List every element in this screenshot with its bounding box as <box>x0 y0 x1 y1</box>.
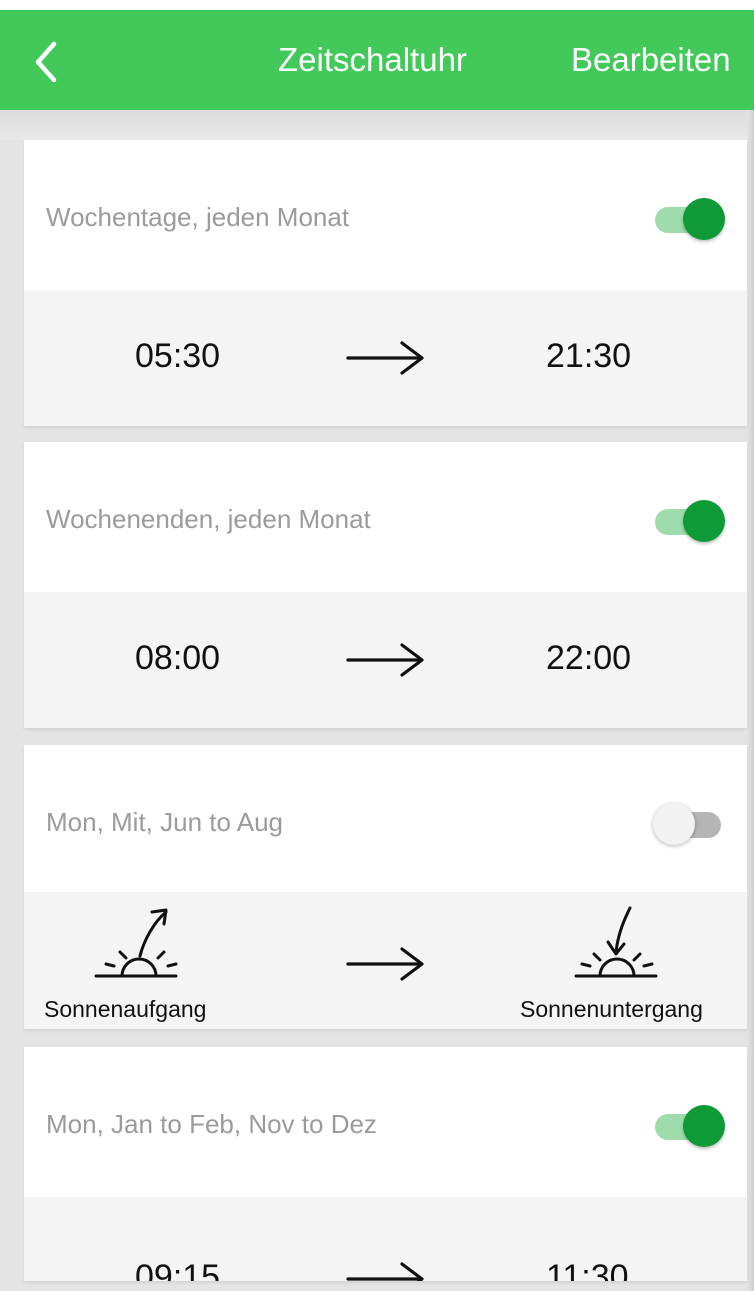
timer-card[interactable]: Mon, Mit, Jun to Aug Sonnenaufgang Sonne… <box>24 745 747 1029</box>
timer-card[interactable]: Wochentage, jeden Monat 05:30 21:30 <box>24 140 747 426</box>
end-time: 21:30 <box>546 337 632 375</box>
timer-card[interactable]: Mon, Jan to Feb, Nov to Dez 09:15 11:30 <box>24 1047 747 1281</box>
timer-card-times: 08:00 22:00 <box>24 592 747 728</box>
start-sun-event: Sonnenaufgang <box>24 892 264 1028</box>
timer-card-header: Wochenenden, jeden Monat <box>24 442 747 592</box>
arrow-right-icon <box>346 947 424 981</box>
start-time: 09:15 <box>135 1258 221 1281</box>
timer-toggle[interactable] <box>653 1105 725 1149</box>
sunset-icon <box>574 906 658 978</box>
timer-schedule-label: Mon, Jan to Feb, Nov to Dez <box>46 1109 377 1139</box>
start-time: 05:30 <box>135 337 221 375</box>
sunrise-label: Sonnenaufgang <box>44 996 207 1022</box>
timer-card-times: Sonnenaufgang Sonnenuntergang <box>24 892 747 1029</box>
timer-card-header: Wochentage, jeden Monat <box>24 140 747 290</box>
sunrise-icon <box>94 908 178 978</box>
timer-toggle[interactable] <box>653 500 725 544</box>
arrow-right-icon <box>346 341 424 375</box>
start-time: 08:00 <box>135 639 221 677</box>
toggle-knob <box>683 500 725 542</box>
toggle-knob <box>653 803 695 845</box>
timer-card-times: 05:30 21:30 <box>24 290 747 426</box>
timer-toggle[interactable] <box>653 198 725 242</box>
timer-card-times: 09:15 11:30 <box>24 1197 747 1281</box>
timer-schedule-label: Wochenenden, jeden Monat <box>46 504 371 534</box>
timer-card-header: Mon, Jan to Feb, Nov to Dez <box>24 1047 747 1197</box>
timer-list: Wochentage, jeden Monat 05:30 21:30 Woch… <box>0 0 754 1291</box>
toggle-knob <box>683 1105 725 1147</box>
end-time: 22:00 <box>546 639 632 677</box>
arrow-right-icon <box>346 1262 424 1281</box>
toggle-knob <box>683 198 725 240</box>
timer-schedule-label: Wochentage, jeden Monat <box>46 202 350 232</box>
sunset-label: Sonnenuntergang <box>520 996 703 1022</box>
end-sun-event: Sonnenuntergang <box>504 892 747 1028</box>
timer-card[interactable]: Wochenenden, jeden Monat 08:00 22:00 <box>24 442 747 728</box>
timer-card-header: Mon, Mit, Jun to Aug <box>24 745 747 892</box>
arrow-right-icon <box>346 643 424 677</box>
end-time: 11:30 <box>546 1258 629 1281</box>
timer-toggle[interactable] <box>653 803 725 847</box>
timer-schedule-label: Mon, Mit, Jun to Aug <box>46 807 284 837</box>
